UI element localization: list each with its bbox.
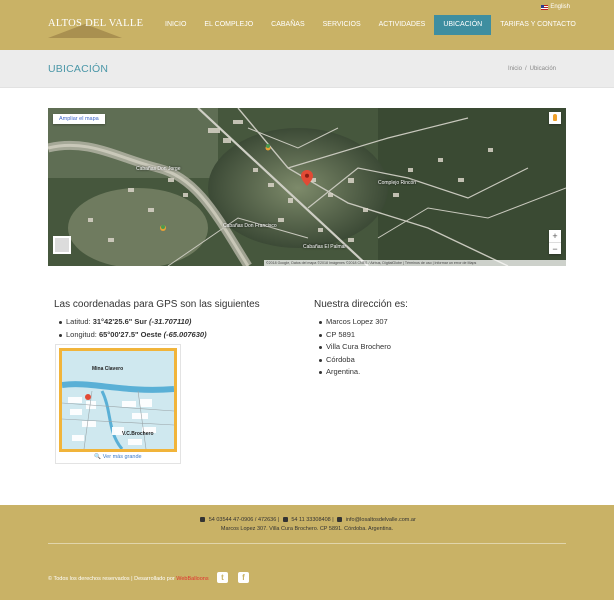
footer-divider [48,543,566,544]
mobile-icon [282,517,288,523]
footer-phone: 54 03544 47-0906 / 472636 [208,517,277,523]
main-nav: INICIO EL COMPLEJO CABAÑAS SERVICIOS ACT… [156,15,585,35]
breadcrumb-current: Ubicación [529,66,556,72]
language-switch[interactable]: English [541,4,570,10]
facebook-icon[interactable]: f [238,572,249,583]
zoom-in-button[interactable]: + [549,230,561,242]
town-label-brochero: V.C.Brochero [122,431,154,437]
nav-item-tarifas-contacto[interactable]: TARIFAS Y CONTACTO [491,15,585,35]
nav-item-el-complejo[interactable]: EL COMPLEJO [195,15,262,35]
google-map[interactable]: Cabañas Don Jorge Cabañas Don Francisco … [48,108,566,266]
address-heading: Nuestra dirección es: [314,299,408,310]
nav-item-inicio[interactable]: INICIO [156,15,195,35]
map-place-label[interactable]: Cabañas El Palmar [303,244,346,250]
developer-link[interactable]: WebBalloons [176,576,208,582]
us-flag-icon [541,4,549,10]
zoom-controls: + − [549,230,561,254]
latitude-item: Latitud: 31°42'25.6" Sur (-31.707110) [54,316,294,329]
language-label: English [550,4,570,10]
town-map-drawing: Mina Clavero V.C.Brochero [62,351,174,449]
twitter-icon[interactable]: t [217,572,228,583]
town-map-image[interactable]: Mina Clavero V.C.Brochero [59,348,177,452]
copyright: © Todos los derechos reservados | Desarr… [48,576,209,582]
nav-item-servicios[interactable]: SERVICIOS [314,15,370,35]
site-logo[interactable]: ALTOS DEL VALLE [48,14,144,38]
map-place-label[interactable]: Cabañas Don Francisco [223,223,277,229]
town-label-mina-clavero: Mina Clavero [92,366,124,372]
site-header: ALTOS DEL VALLE English INICIO EL COMPLE… [0,0,614,50]
latitude-dms: 31°42'25.6" Sur [92,317,147,326]
gps-coordinates-section: Las coordenadas para GPS son las siguien… [54,299,294,341]
view-larger-label: Ver más grande [102,454,142,460]
address-section: Nuestra dirección es: Marcos Lopez 307 C… [314,299,534,379]
address-line: Villa Cura Brochero [314,341,534,354]
page-title-band: UBICACIÓN Inicio / Ubicación [0,50,614,88]
breadcrumb-home-link[interactable]: Inicio [508,66,522,72]
longitude-decimal: (-65.007630) [163,329,207,339]
map-place-label[interactable]: Cabañas Don Jorge [136,166,180,172]
map-place-label[interactable]: Complejo Rincón [378,180,416,186]
map-type-toggle[interactable] [53,236,71,254]
coords-list: Latitud: 31°42'25.6" Sur (-31.707110) Lo… [54,316,294,341]
zoom-out-button[interactable]: − [549,242,561,254]
footer-email[interactable]: info@losaltosdelvalle.com.ar [346,517,416,523]
satellite-imagery [48,108,566,266]
latitude-label: Latitud: [66,317,91,326]
magnifier-icon: 🔍 [94,454,102,460]
coords-heading: Las coordenadas para GPS son las siguien… [54,299,260,310]
address-line: Córdoba [314,354,534,367]
footer-mobile: 54 11 33308408 [291,517,331,523]
address-line: CP 5891 [314,329,534,342]
longitude-item: Longitud: 65°00'27.5" Oeste (-65.007630) [54,329,294,342]
logo-text: ALTOS DEL VALLE [48,18,144,29]
copyright-text: © Todos los derechos reservados | Desarr… [48,576,175,582]
nav-item-actividades[interactable]: ACTIVIDADES [370,15,435,35]
address-line: Marcos Lopez 307 [314,316,534,329]
social-links: t f [217,572,249,583]
nav-item-cabanas[interactable]: CABAÑAS [262,15,313,35]
breadcrumb-separator: / [524,66,527,72]
longitude-label: Longitud: [66,329,97,339]
address-line: Argentina. [314,366,534,379]
town-map-thumbnail[interactable]: Mina Clavero V.C.Brochero 🔍 Ver más gran… [55,344,181,464]
longitude-dms: 65°00'27.5" Oeste [98,329,162,339]
street-view-pegman-icon[interactable] [549,112,561,124]
email-icon [337,517,343,523]
page-title: UBICACIÓN [48,63,109,75]
address-list: Marcos Lopez 307 CP 5891 Villa Cura Broc… [314,316,534,379]
footer-address: Marcos Lopez 307. Villa Cura Brochero. C… [220,526,394,532]
latitude-decimal: (-31.707110) [149,317,192,326]
site-footer: 54 03544 47-0906 / 472636 | 54 11 333084… [0,505,614,600]
map-location-pin-icon[interactable] [301,170,313,186]
footer-contact-line: 54 03544 47-0906 / 472636 | 54 11 333084… [0,517,614,523]
expand-map-link[interactable]: Ampliar el mapa [53,114,105,124]
map-attribution: ©2018 Google, Datos del mapa ©2018 Imáge… [264,260,566,266]
view-larger-link[interactable]: 🔍 Ver más grande [56,454,180,460]
nav-item-ubicacion[interactable]: UBICACIÓN [434,15,492,35]
breadcrumb: Inicio / Ubicación [508,66,556,72]
phone-icon [200,517,206,523]
